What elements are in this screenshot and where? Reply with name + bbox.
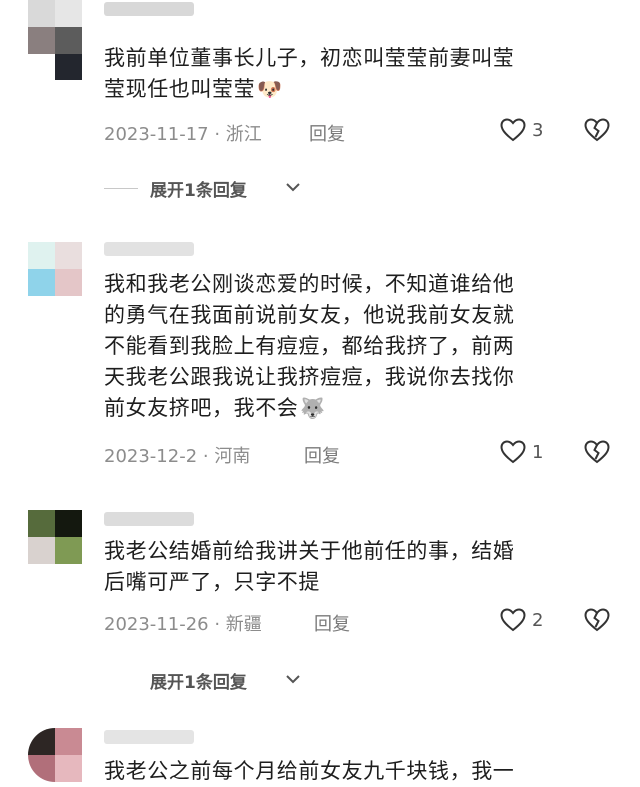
comment-text: 我前单位董事长儿子，初恋叫莹莹前妻叫莹 莹现任也叫莹莹 🐶 bbox=[104, 43, 609, 105]
broken-heart-icon bbox=[584, 608, 610, 632]
comment-meta: 2023-11-26 · 新疆 回复 2 bbox=[104, 606, 624, 636]
broken-heart-icon bbox=[584, 440, 610, 464]
comment-meta: 2023-12-2 · 河南 回复 1 bbox=[104, 438, 624, 468]
chevron-down-icon bbox=[286, 183, 300, 192]
comment-text: 我老公之前每个月给前女友九千块钱，我一 bbox=[104, 759, 515, 783]
avatar[interactable] bbox=[28, 0, 82, 80]
username[interactable] bbox=[104, 242, 194, 256]
heart-outline-icon bbox=[500, 608, 526, 632]
avatar[interactable] bbox=[28, 510, 82, 564]
date-location: 2023-11-17 · 浙江 bbox=[104, 124, 262, 145]
username[interactable] bbox=[104, 730, 194, 744]
like-count: 1 bbox=[532, 442, 544, 463]
like-count: 3 bbox=[532, 120, 544, 141]
comment-text: 我老公结婚前给我讲关于他前任的事，结婚 后嘴可严了，只字不提 bbox=[104, 539, 515, 594]
expand-replies-button[interactable]: 展开1条回复 bbox=[104, 176, 324, 201]
like-count: 2 bbox=[532, 610, 544, 631]
username[interactable] bbox=[104, 2, 194, 16]
username[interactable] bbox=[104, 512, 194, 526]
dislike-button[interactable] bbox=[584, 118, 610, 147]
wolf-emoji-icon: 🐺 bbox=[300, 396, 326, 420]
expand-replies-button[interactable]: 展开1条回复 bbox=[150, 668, 330, 693]
broken-heart-icon bbox=[584, 118, 610, 142]
avatar[interactable] bbox=[28, 242, 82, 296]
chevron-down-icon bbox=[286, 675, 300, 684]
expand-label: 展开1条回复 bbox=[150, 181, 247, 201]
dog-emoji-icon: 🐶 bbox=[257, 77, 283, 101]
dislike-button[interactable] bbox=[584, 608, 610, 637]
heart-outline-icon bbox=[500, 118, 526, 142]
date-location: 2023-11-26 · 新疆 bbox=[104, 614, 262, 635]
avatar[interactable] bbox=[28, 728, 82, 782]
date-location: 2023-12-2 · 河南 bbox=[104, 446, 251, 467]
reply-button[interactable]: 回复 bbox=[314, 610, 350, 636]
comment-meta: 2023-11-17 · 浙江 回复 3 bbox=[104, 116, 624, 146]
reply-button[interactable]: 回复 bbox=[309, 120, 345, 146]
comment-text: 我和我老公刚谈恋爱的时候，不知道谁给他 的勇气在我面前说前女友，他说我前女友就 … bbox=[104, 269, 609, 424]
dislike-button[interactable] bbox=[584, 440, 610, 469]
expand-label: 展开1条回复 bbox=[150, 673, 247, 693]
heart-outline-icon bbox=[500, 440, 526, 464]
divider bbox=[104, 188, 138, 189]
reply-button[interactable]: 回复 bbox=[304, 442, 340, 468]
